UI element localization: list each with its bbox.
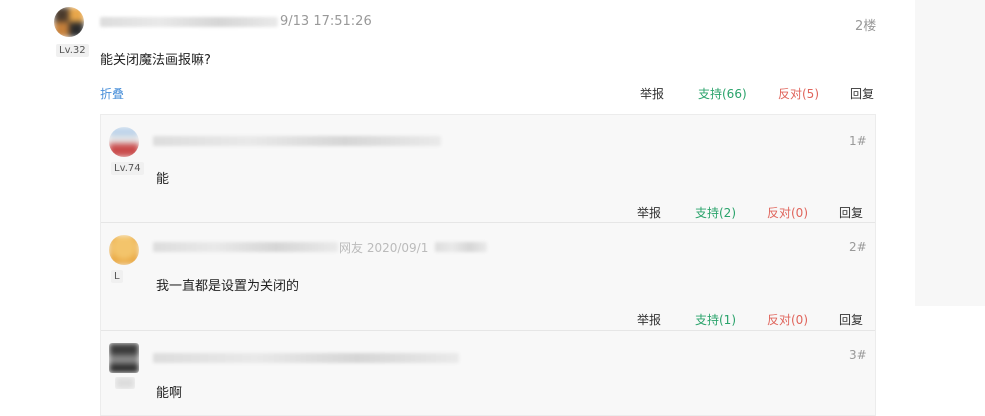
reply-oppose-button[interactable]: 反对(0) xyxy=(767,204,808,221)
fold-link[interactable]: 折叠 xyxy=(100,85,124,102)
report-button[interactable]: 举报 xyxy=(640,85,664,102)
reply-meta-partial: 网友 2020/09/1 xyxy=(339,241,429,255)
support-button[interactable]: 支持(66) xyxy=(698,85,747,102)
reply-item: L 网友 2020/09/1 2# 我一直都是设置为关闭的 举报 支持(1) 反… xyxy=(101,223,875,331)
reply-avatar[interactable] xyxy=(109,127,139,157)
reply-item: 3# 能啊 xyxy=(101,331,875,416)
replies-container: Lv.74 1# 能 举报 支持(2) 反对(0) 回复 L 网友 2020/0… xyxy=(100,114,876,416)
reply-floor-number: 3# xyxy=(849,348,867,362)
oppose-button[interactable]: 反对(5) xyxy=(778,85,819,102)
reply-username-redacted xyxy=(153,242,338,252)
reply-support-button[interactable]: 支持(1) xyxy=(695,311,736,328)
reply-item: Lv.74 1# 能 举报 支持(2) 反对(0) 回复 xyxy=(101,115,875,223)
right-sidebar-panel xyxy=(915,0,985,306)
reply-floor-number: 2# xyxy=(849,240,867,254)
reply-button[interactable]: 回复 xyxy=(850,85,874,102)
reply-reply-button[interactable]: 回复 xyxy=(839,311,863,328)
reply-content: 能 xyxy=(156,172,170,187)
post-content: 能关闭魔法画报嘛? xyxy=(100,53,211,68)
reply-avatar[interactable] xyxy=(109,343,139,373)
user-level-badge: Lv.32 xyxy=(56,44,89,57)
reply-reply-button[interactable]: 回复 xyxy=(839,204,863,221)
reply-username-redacted xyxy=(153,136,441,146)
reply-meta-redacted xyxy=(435,242,487,252)
reply-avatar[interactable] xyxy=(109,235,139,265)
reply-level-badge: L xyxy=(111,270,123,283)
reply-username-redacted xyxy=(153,353,459,363)
reply-level-badge: Lv.74 xyxy=(111,162,144,175)
user-avatar[interactable] xyxy=(54,7,84,37)
post-floor-number: 2楼 xyxy=(855,19,877,34)
username-redacted xyxy=(100,17,278,27)
reply-floor-number: 1# xyxy=(849,134,867,148)
reply-report-button[interactable]: 举报 xyxy=(637,311,661,328)
reply-content: 能啊 xyxy=(156,386,183,401)
post-timestamp: 9/13 17:51:26 xyxy=(280,14,372,29)
reply-support-button[interactable]: 支持(2) xyxy=(695,204,736,221)
reply-oppose-button[interactable]: 反对(0) xyxy=(767,311,808,328)
reply-report-button[interactable]: 举报 xyxy=(637,204,661,221)
reply-level-badge-redacted xyxy=(115,377,135,389)
reply-content: 我一直都是设置为关闭的 xyxy=(156,279,300,294)
